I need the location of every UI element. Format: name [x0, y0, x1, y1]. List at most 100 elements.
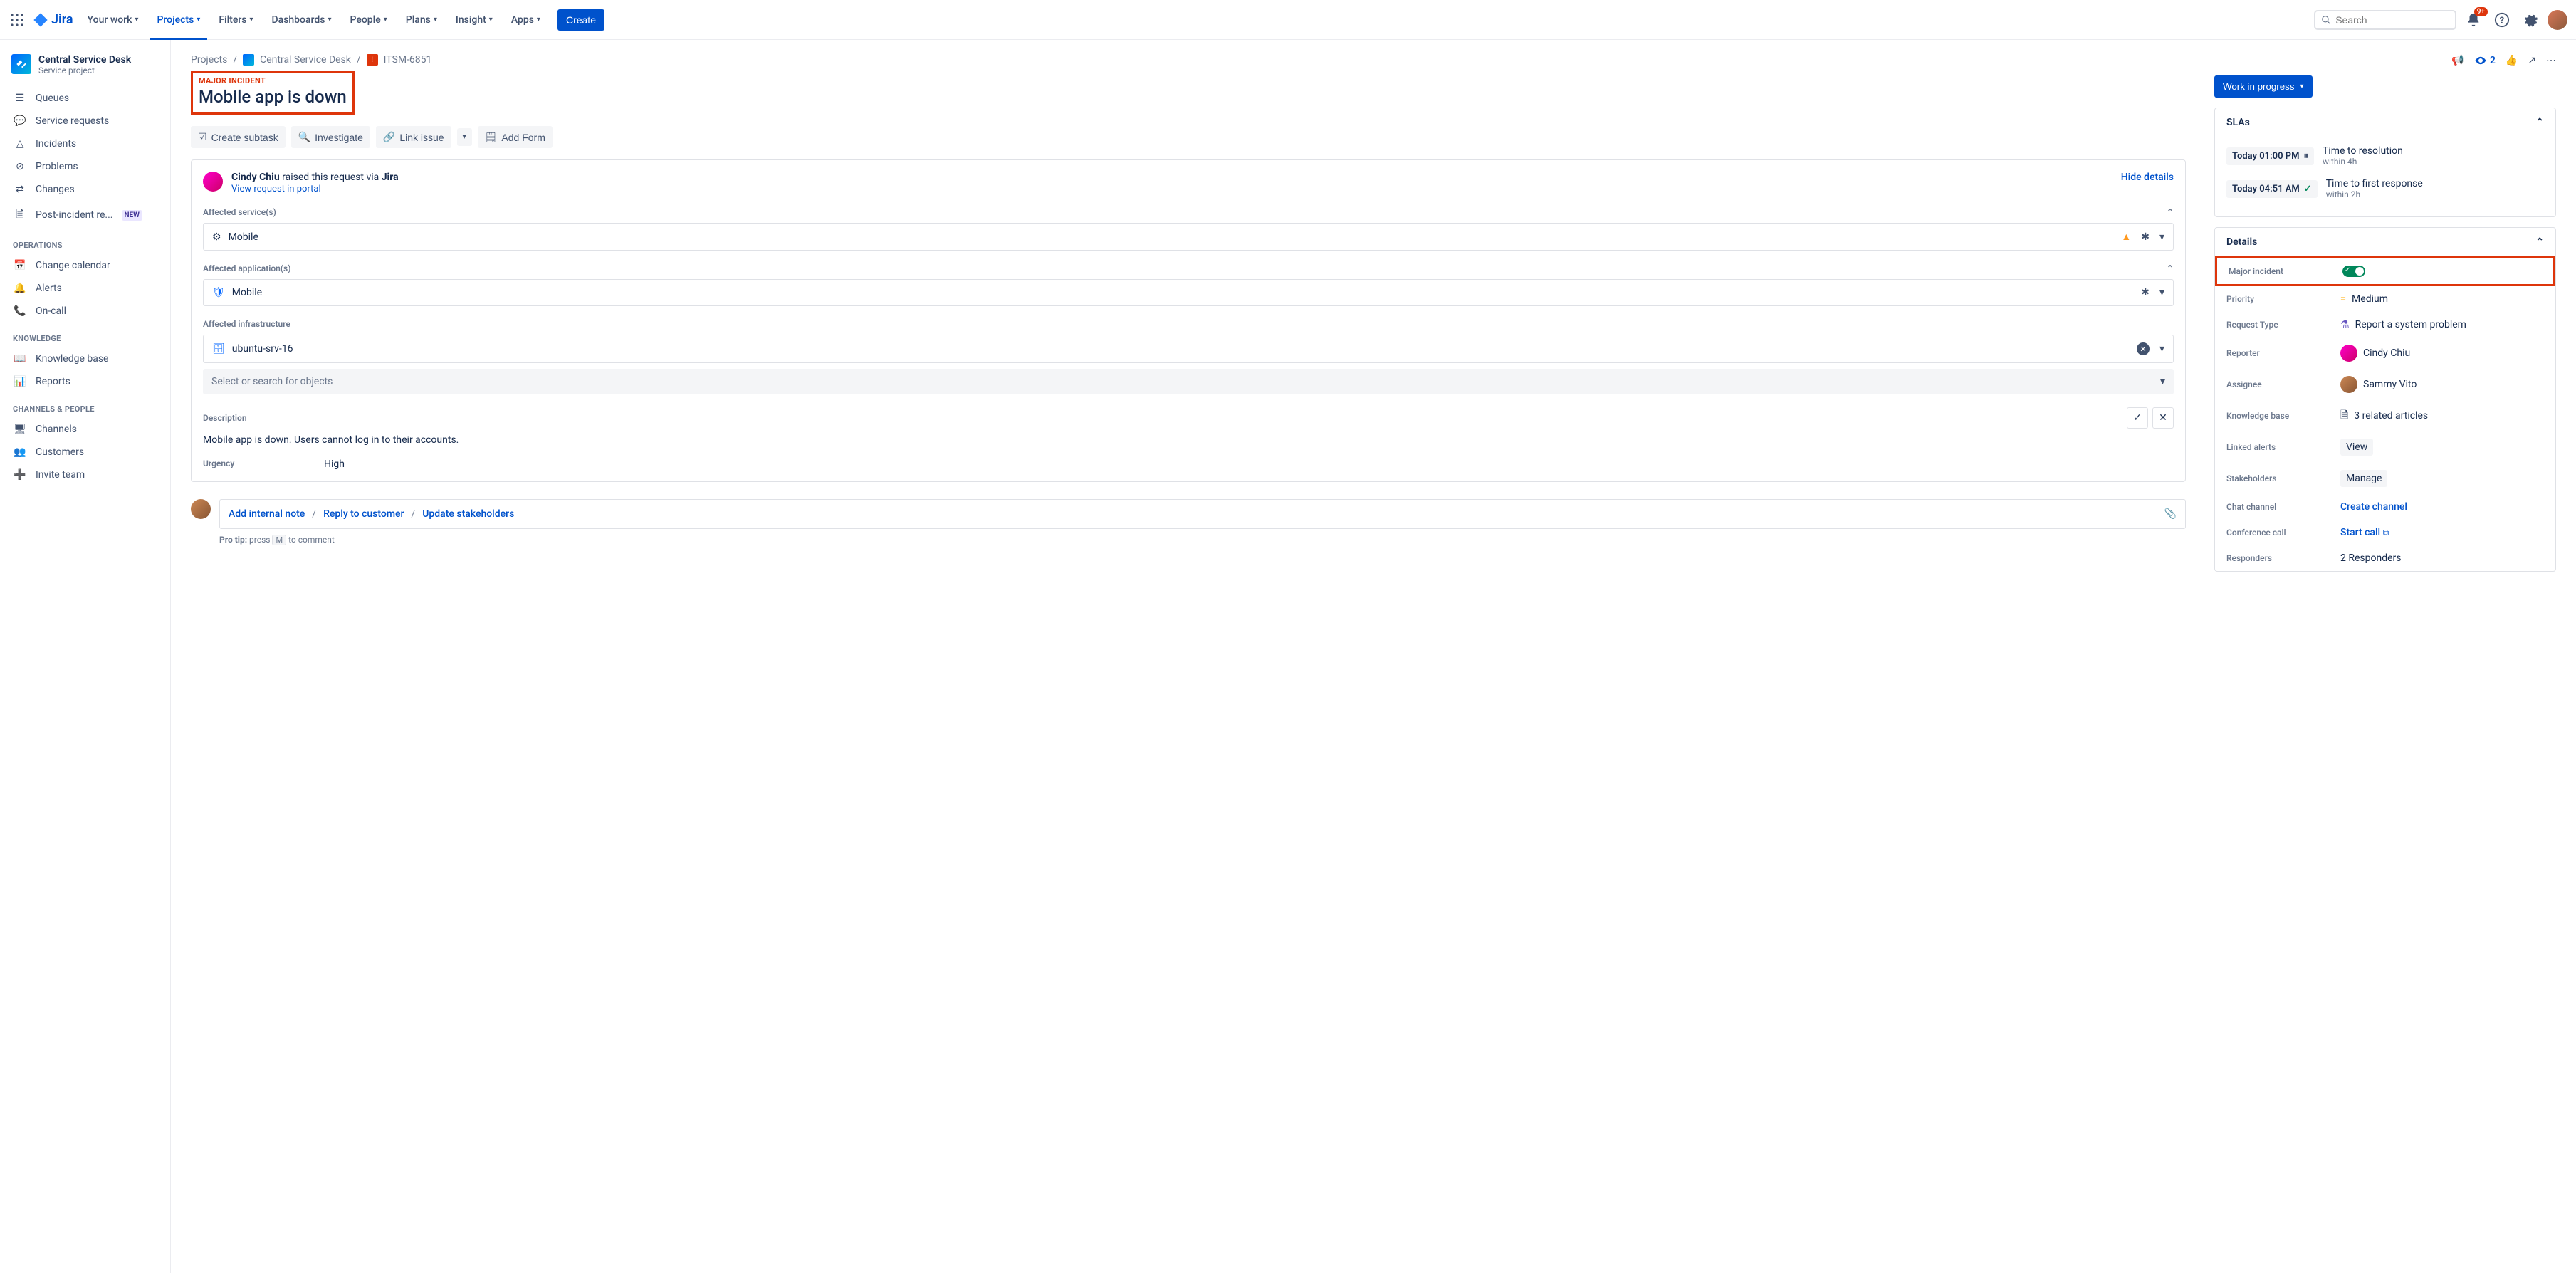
nav-filters[interactable]: Filters▾: [211, 0, 260, 40]
details-header[interactable]: Details⌃: [2215, 228, 2555, 256]
view-in-portal-link[interactable]: View request in portal: [231, 184, 321, 194]
chevron-down-icon[interactable]: ▾: [2160, 376, 2165, 387]
desc-cancel-button[interactable]: ✕: [2152, 407, 2174, 429]
breadcrumb-project[interactable]: Central Service Desk: [260, 54, 351, 66]
hide-details-link[interactable]: Hide details: [2121, 172, 2174, 183]
sidebar-item-knowledge-base[interactable]: 📖Knowledge base: [6, 347, 164, 370]
detail-stakeholders[interactable]: Stakeholders Manage: [2215, 463, 2555, 494]
issue-title[interactable]: Mobile app is down: [199, 87, 347, 107]
chevron-down-icon[interactable]: ▾: [2159, 287, 2164, 298]
add-internal-note-tab[interactable]: Add internal note: [229, 508, 305, 520]
description-text[interactable]: Mobile app is down. Users cannot log in …: [203, 434, 2174, 446]
collapse-icon[interactable]: ⌃: [2535, 117, 2544, 128]
search-input[interactable]: [2314, 10, 2456, 30]
sidebar-item-post-incident[interactable]: 🗎Post-incident re...NEW: [6, 201, 164, 229]
nav-your-work[interactable]: Your work▾: [80, 0, 146, 40]
desc-confirm-button[interactable]: ✓: [2127, 407, 2148, 429]
collapse-icon[interactable]: ⌃: [2535, 236, 2544, 248]
affected-services-label: Affected service(s)⌃: [203, 207, 2174, 217]
profile-avatar[interactable]: [2548, 10, 2567, 30]
graph-icon[interactable]: ✱: [2141, 231, 2150, 243]
settings-icon[interactable]: [2519, 9, 2542, 31]
notifications-icon[interactable]: 9+: [2462, 9, 2485, 31]
detail-chat-channel[interactable]: Chat channel Create channel: [2215, 494, 2555, 520]
breadcrumb-key[interactable]: ITSM-6851: [384, 54, 432, 66]
add-form-button[interactable]: 🗒Add Form: [478, 126, 553, 148]
sidebar-item-queues[interactable]: ☰Queues: [6, 87, 164, 110]
sidebar-item-change-calendar[interactable]: 📅Change calendar: [6, 254, 164, 277]
urgency-value[interactable]: High: [324, 459, 345, 470]
nav-insight[interactable]: Insight▾: [449, 0, 500, 40]
detail-assignee[interactable]: Assignee Sammy Vito: [2215, 369, 2555, 400]
link-issue-button[interactable]: 🔗Link issue: [376, 126, 451, 148]
more-icon[interactable]: ⋯: [2546, 55, 2556, 66]
details-panel: Details⌃ Major incident ✓ Priority =Medi…: [2214, 227, 2556, 572]
request-card: Cindy Chiu raised this request via Jira …: [191, 159, 2186, 482]
attach-icon[interactable]: 📎: [2164, 508, 2177, 520]
chevron-down-icon[interactable]: ▾: [2159, 231, 2164, 243]
warning-icon[interactable]: ▲: [2121, 231, 2131, 243]
collapse-icon[interactable]: ⌃: [2167, 263, 2174, 273]
warn-icon: △: [13, 138, 27, 150]
sidebar-item-invite-team[interactable]: ➕Invite team: [6, 463, 164, 486]
collapse-icon[interactable]: ⌃: [2167, 207, 2174, 217]
breadcrumb-projects[interactable]: Projects: [191, 54, 227, 66]
app-switcher-icon[interactable]: [9, 11, 26, 28]
detail-conference-call[interactable]: Conference call Start call ⧉: [2215, 520, 2555, 545]
nav-people[interactable]: People▾: [343, 0, 394, 40]
nav-projects[interactable]: Projects▾: [150, 0, 207, 40]
requester-text: Cindy Chiu raised this request via Jira: [231, 172, 399, 183]
detail-reporter[interactable]: Reporter Cindy Chiu: [2215, 337, 2555, 369]
jira-logo[interactable]: Jira: [30, 12, 76, 28]
shield-icon: 🛡: [212, 287, 225, 298]
project-header[interactable]: Central Service Desk Service project: [6, 54, 164, 87]
chevron-down-icon[interactable]: ▾: [2159, 343, 2164, 355]
detail-linked-alerts[interactable]: Linked alerts View: [2215, 431, 2555, 463]
create-subtask-button[interactable]: ☑Create subtask: [191, 126, 286, 148]
requester-avatar: [203, 172, 223, 192]
sidebar-item-alerts[interactable]: 🔔Alerts: [6, 277, 164, 300]
like-icon[interactable]: 👍: [2506, 55, 2518, 66]
reply-customer-tab[interactable]: Reply to customer: [323, 508, 404, 520]
sidebar-item-on-call[interactable]: 📞On-call: [6, 300, 164, 323]
sidebar-item-customers[interactable]: 👥Customers: [6, 441, 164, 463]
detail-knowledge-base[interactable]: Knowledge base 🗎3 related articles: [2215, 400, 2555, 431]
slas-header[interactable]: SLAs⌃: [2215, 108, 2555, 137]
search-icon: [2321, 14, 2331, 26]
breadcrumb-project-icon: [243, 54, 254, 66]
nav-dashboards[interactable]: Dashboards▾: [265, 0, 339, 40]
detail-request-type[interactable]: Request Type ⚗Report a system problem: [2215, 312, 2555, 337]
affected-app-field[interactable]: 🛡 Mobile ✱ ▾: [203, 279, 2174, 306]
watch-button[interactable]: 2: [2474, 54, 2496, 67]
description-label: Description: [203, 413, 247, 423]
search-objects-field[interactable]: Select or search for objects ▾: [203, 369, 2174, 394]
sidebar-item-channels[interactable]: 🖥Channels: [6, 418, 164, 441]
nav-apps[interactable]: Apps▾: [504, 0, 548, 40]
breadcrumb-issue-icon: !: [367, 54, 378, 66]
graph-icon[interactable]: ✱: [2141, 287, 2150, 298]
comment-box[interactable]: Add internal note / Reply to customer / …: [219, 499, 2186, 529]
sidebar-item-incidents[interactable]: △Incidents: [6, 132, 164, 155]
remove-icon[interactable]: ✕: [2137, 342, 2150, 355]
investigate-button[interactable]: 🔍Investigate: [291, 126, 370, 148]
affected-service-field[interactable]: ⚙ Mobile ▲ ✱ ▾: [203, 223, 2174, 251]
nav-plans[interactable]: Plans▾: [399, 0, 444, 40]
feedback-icon[interactable]: 📢: [2451, 55, 2464, 66]
sidebar-item-problems[interactable]: ⊘Problems: [6, 155, 164, 178]
detail-responders[interactable]: Responders 2 Responders: [2215, 545, 2555, 571]
status-button[interactable]: Work in progress▾: [2214, 75, 2313, 98]
bell-icon: 🔔: [13, 283, 27, 294]
sidebar-item-service-requests[interactable]: 💬Service requests: [6, 110, 164, 132]
link-issue-dropdown[interactable]: ▾: [457, 128, 472, 146]
share-icon[interactable]: ↗: [2528, 55, 2536, 66]
affected-infra-field[interactable]: 🗄 ubuntu-srv-16 ✕ ▾: [203, 335, 2174, 363]
phone-icon: 📞: [13, 305, 27, 317]
create-button[interactable]: Create: [557, 9, 604, 31]
sidebar-item-changes[interactable]: ⇄Changes: [6, 178, 164, 201]
help-icon[interactable]: ?: [2491, 9, 2513, 31]
new-badge: NEW: [122, 210, 142, 221]
sidebar-item-reports[interactable]: 📊Reports: [6, 370, 164, 393]
major-incident-toggle[interactable]: ✓: [2342, 266, 2365, 277]
update-stakeholders-tab[interactable]: Update stakeholders: [422, 508, 514, 520]
detail-priority[interactable]: Priority =Medium: [2215, 286, 2555, 312]
